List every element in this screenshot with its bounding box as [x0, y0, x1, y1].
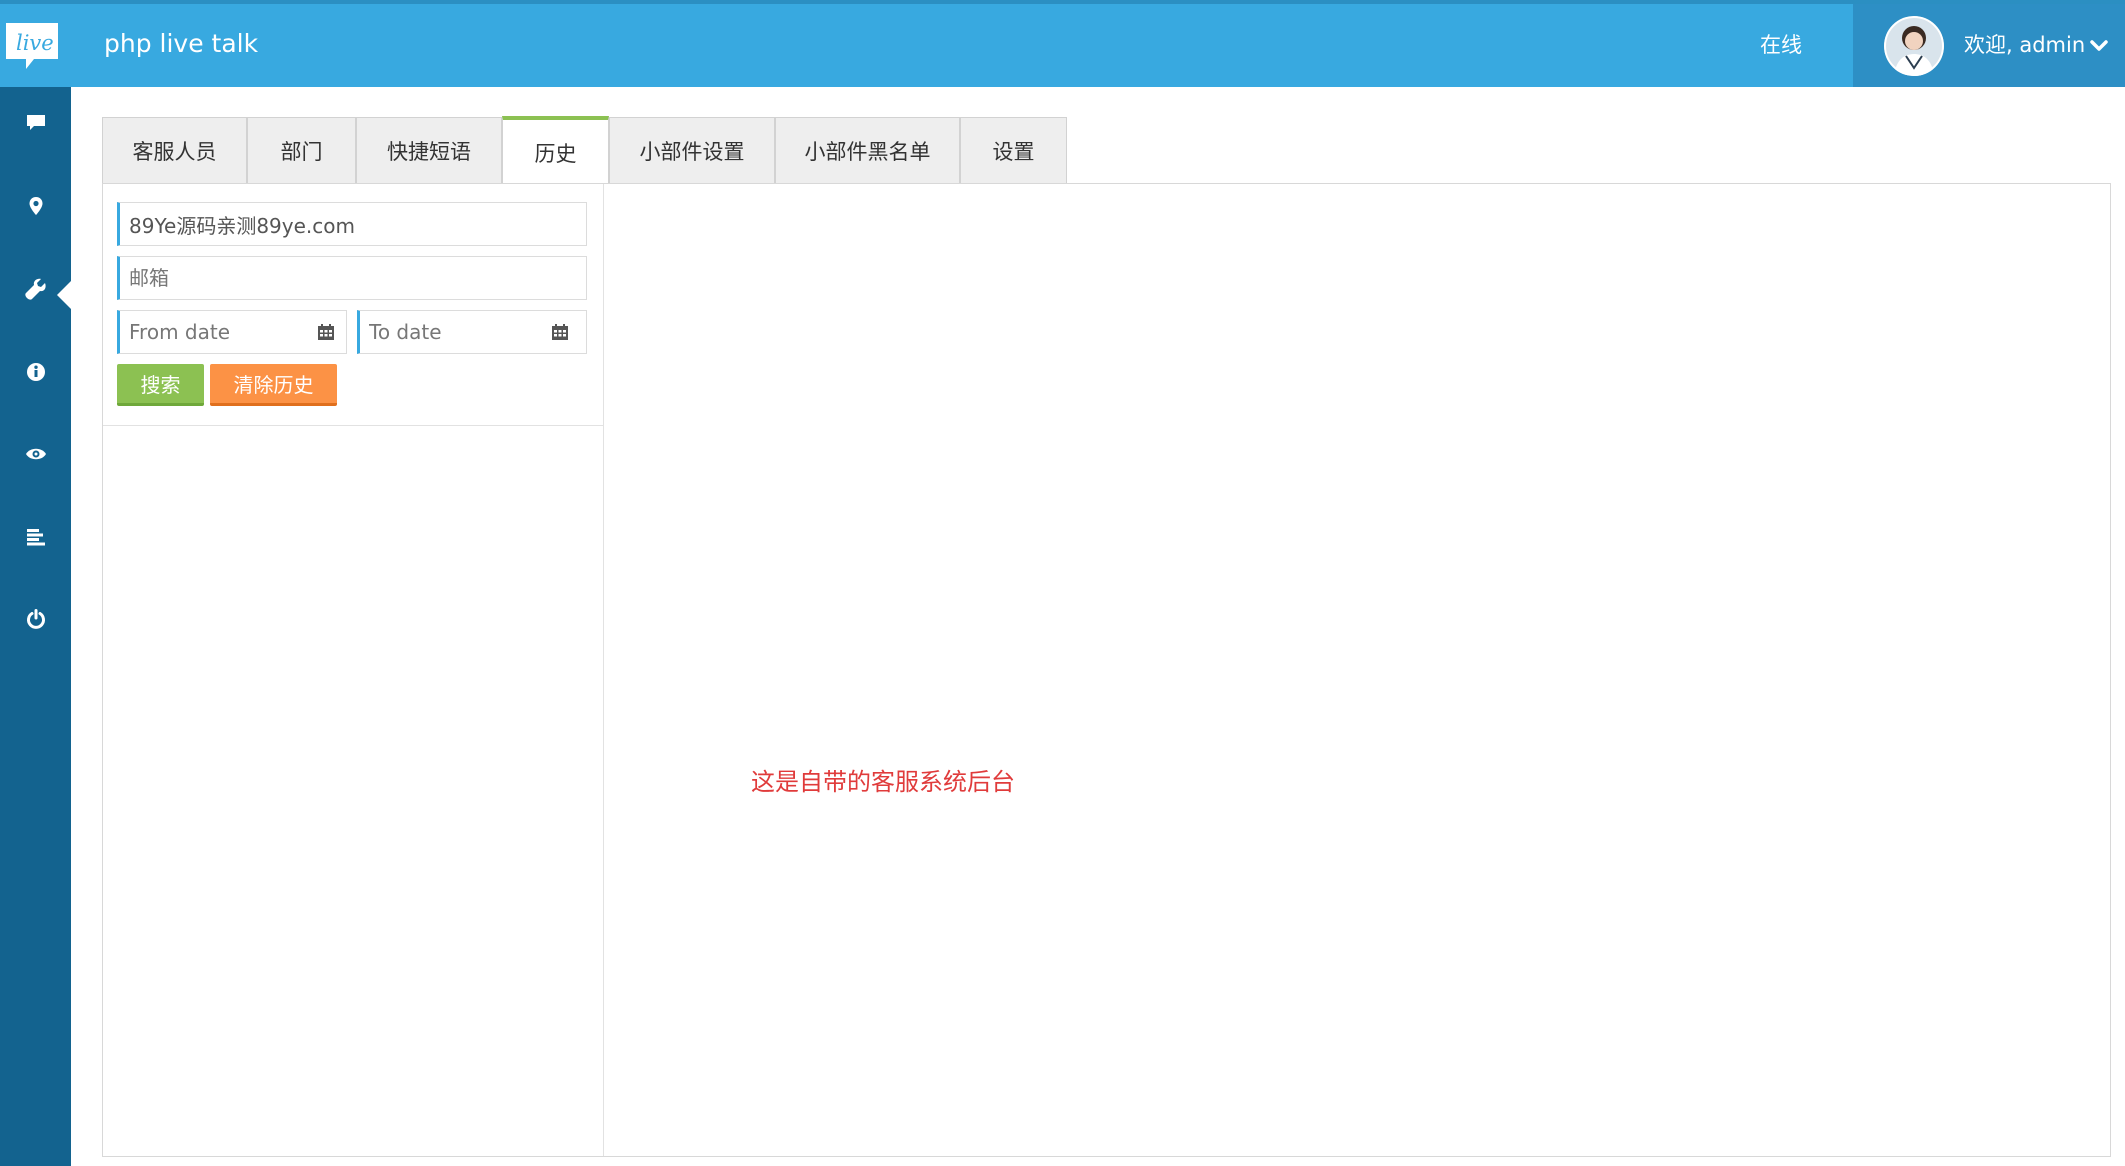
sidebar-item-logout[interactable] — [0, 591, 71, 651]
sidebar-item-info[interactable] — [0, 344, 71, 404]
calendar-icon[interactable] — [317, 323, 335, 341]
tab-agents[interactable]: 客服人员 — [102, 117, 247, 184]
active-item-indicator — [57, 280, 72, 310]
annotation-note: 这是自带的客服系统后台 — [751, 768, 1015, 796]
tab-departments[interactable]: 部门 — [247, 117, 356, 184]
avatar — [1884, 16, 1944, 76]
sidebar — [0, 87, 72, 1166]
eye-icon — [25, 446, 47, 466]
email-field[interactable] — [117, 256, 587, 300]
sidebar-item-monitor[interactable] — [0, 426, 71, 486]
app-logo[interactable]: live — [4, 21, 60, 71]
tab-widget-settings[interactable]: 小部件设置 — [609, 117, 775, 184]
info-icon — [26, 362, 46, 386]
from-date-input[interactable] — [117, 310, 347, 354]
app-title: php live talk — [104, 29, 259, 58]
header-top-line — [0, 0, 2125, 4]
user-menu[interactable]: 欢迎, admin — [1853, 4, 2125, 87]
tab-settings[interactable]: 设置 — [960, 117, 1067, 184]
history-search-form: 搜索 清除历史 — [103, 184, 603, 426]
welcome-text: 欢迎, admin — [1964, 33, 2086, 57]
tab-history[interactable]: 历史 — [502, 116, 609, 185]
online-status[interactable]: 在线 — [1760, 28, 1802, 62]
list-icon — [26, 528, 46, 550]
tab-canned-phrases[interactable]: 快捷短语 — [356, 117, 502, 184]
sidebar-item-chat[interactable] — [0, 95, 71, 155]
top-header: live php live talk 在线 欢迎, admin — [0, 0, 2125, 87]
sidebar-item-reports[interactable] — [0, 509, 71, 569]
search-button[interactable]: 搜索 — [117, 364, 204, 406]
clear-history-button[interactable]: 清除历史 — [210, 364, 337, 406]
wrench-icon — [24, 278, 47, 304]
history-panel: 搜索 清除历史 — [102, 183, 2111, 1157]
logo-text: live — [16, 31, 54, 55]
power-icon — [26, 609, 46, 633]
chevron-down-icon[interactable] — [2088, 34, 2110, 56]
map-marker-icon — [28, 196, 44, 220]
name-search-input[interactable] — [117, 202, 587, 246]
chat-icon — [26, 114, 46, 136]
calendar-icon[interactable] — [551, 323, 569, 341]
history-sidebar: 搜索 清除历史 — [103, 184, 604, 1156]
tab-widget-blacklist[interactable]: 小部件黑名单 — [775, 117, 960, 184]
sidebar-item-location[interactable] — [0, 178, 71, 238]
